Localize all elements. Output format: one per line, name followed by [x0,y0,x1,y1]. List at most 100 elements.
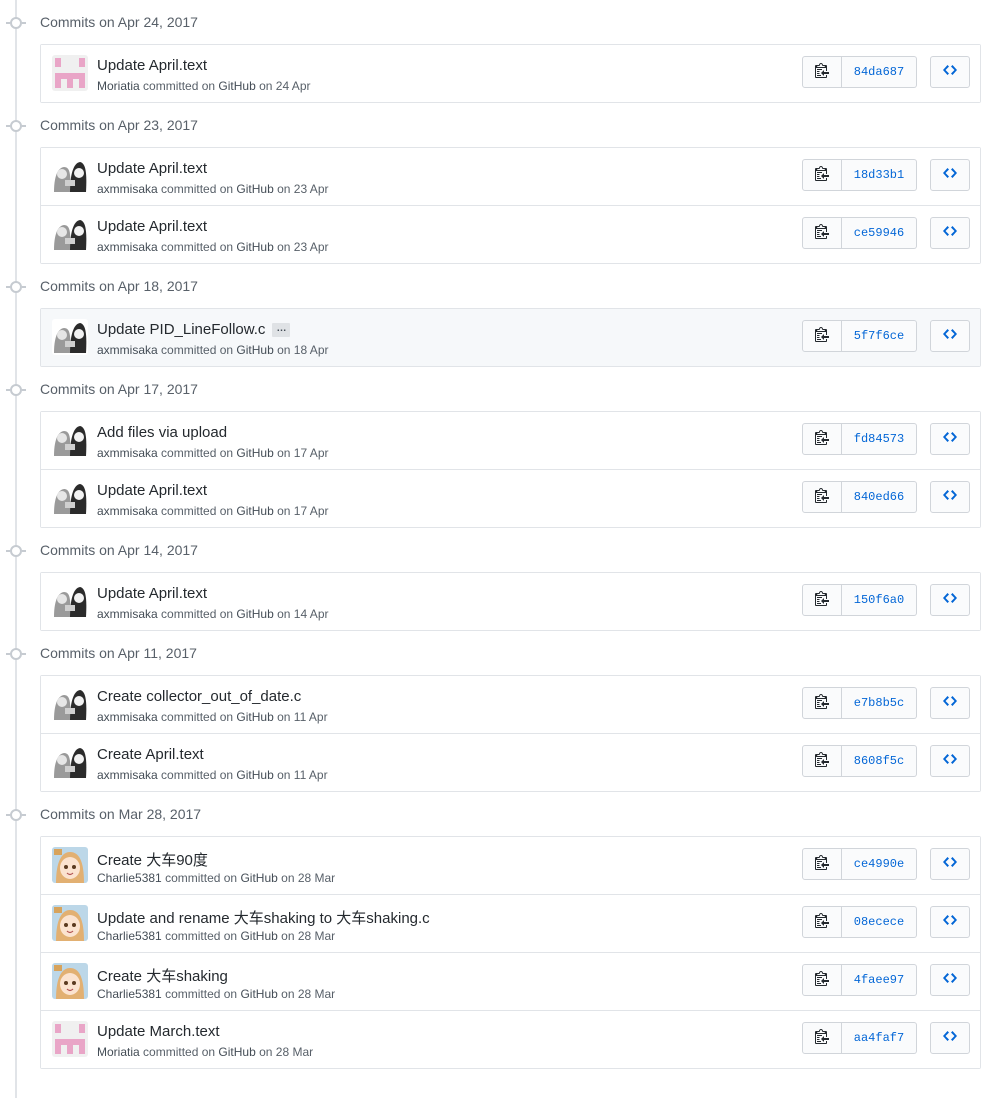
commit-message-link[interactable]: Update April.text [97,57,207,74]
commit-author-link[interactable]: axmmisaka [97,182,158,196]
commit-author-link[interactable]: Moriatia [97,79,140,93]
commit-group-date: Commits on Apr 24, 2017 [40,14,198,30]
commit-author-link[interactable]: axmmisaka [97,240,158,254]
clippy-icon [815,970,829,991]
avatar[interactable] [52,744,88,780]
commit-message-link[interactable]: Create 大车90度 [97,849,208,870]
copy-sha-button[interactable] [802,964,842,996]
commit-author-link[interactable]: axmmisaka [97,446,158,460]
commit-message-link[interactable]: Add files via upload [97,424,227,441]
avatar[interactable] [52,55,88,91]
commit-author-link[interactable]: axmmisaka [97,710,158,724]
committer-github: GitHub [236,343,274,357]
browse-files-button[interactable] [930,56,970,88]
commit-sha-link[interactable]: 8608f5c [842,745,917,777]
avatar[interactable] [52,1021,88,1057]
commit-row: Update April.text Moriatia committed on … [41,45,980,102]
browse-files-button[interactable] [930,423,970,455]
committer-github: GitHub [236,710,274,724]
browse-files-button[interactable] [930,217,970,249]
commit-meta: axmmisaka committed on GitHub on 23 Apr [97,182,328,196]
copy-sha-button[interactable] [802,423,842,455]
copy-sha-button[interactable] [802,848,842,880]
copy-sha-button[interactable] [802,687,842,719]
commit-sha-link[interactable]: 4faee97 [842,964,917,996]
clippy-icon [815,590,829,611]
copy-sha-button[interactable] [802,584,842,616]
commit-message-link[interactable]: Create collector_out_of_date.c [97,688,301,705]
code-icon [943,487,957,508]
commit-author-link[interactable]: axmmisaka [97,504,158,518]
commit-message-link[interactable]: Update April.text [97,218,207,235]
commit-sha-link[interactable]: 840ed66 [842,481,917,513]
browse-files-button[interactable] [930,159,970,191]
commit-title-line: Update April.text [97,585,207,602]
commit-meta: Charlie5381 committed on GitHub on 28 Ma… [97,871,335,885]
browse-files-button[interactable] [930,481,970,513]
commit-sha-link[interactable]: 150f6a0 [842,584,917,616]
expand-message-button[interactable]: … [272,322,291,337]
commit-sha-link[interactable]: fd84573 [842,423,917,455]
copy-sha-button[interactable] [802,56,842,88]
browse-files-button[interactable] [930,906,970,938]
browse-files-button[interactable] [930,687,970,719]
commit-sha-link[interactable]: 5f7f6ce [842,320,917,352]
commit-sha-link[interactable]: 18d33b1 [842,159,917,191]
copy-sha-button[interactable] [802,159,842,191]
code-icon [943,429,957,450]
commit-author-link[interactable]: axmmisaka [97,343,158,357]
commit-author-link[interactable]: Charlie5381 [97,871,162,885]
commit-sha-link[interactable]: aa4faf7 [842,1022,917,1054]
commit-author-link[interactable]: Charlie5381 [97,929,162,943]
commit-message-link[interactable]: Create April.text [97,746,204,763]
browse-files-button[interactable] [930,964,970,996]
commit-author-link[interactable]: axmmisaka [97,768,158,782]
browse-files-button[interactable] [930,584,970,616]
avatar[interactable] [52,583,88,619]
commit-message-link[interactable]: Update March.text [97,1023,220,1040]
avatar[interactable] [52,158,88,194]
commit-dot-icon [6,809,26,821]
avatar[interactable] [52,422,88,458]
commit-date: on 24 Apr [259,79,311,93]
avatar[interactable] [52,216,88,252]
commit-dot-icon [6,120,26,132]
copy-sha-button[interactable] [802,320,842,352]
commit-date: on 18 Apr [277,343,329,357]
commit-sha-link[interactable]: ce4990e [842,848,917,880]
browse-files-button[interactable] [930,848,970,880]
commit-message-link[interactable]: Update April.text [97,482,207,499]
browse-files-button[interactable] [930,320,970,352]
commit-message-link[interactable]: Update April.text [97,160,207,177]
avatar[interactable] [52,847,88,883]
avatar[interactable] [52,319,88,355]
copy-sha-button[interactable] [802,1022,842,1054]
commit-sha-link[interactable]: ce59946 [842,217,917,249]
commit-message-link[interactable]: Update and rename 大车shaking to 大车shaking… [97,907,430,928]
commit-message-link[interactable]: Create 大车shaking [97,965,228,986]
commit-meta: axmmisaka committed on GitHub on 18 Apr [97,343,328,357]
committer-github: GitHub [218,1045,256,1059]
commit-sha-link[interactable]: 08ecece [842,906,917,938]
avatar[interactable] [52,480,88,516]
commit-message-link[interactable]: Update April.text [97,585,207,602]
copy-sha-button[interactable] [802,745,842,777]
commit-author-link[interactable]: Charlie5381 [97,987,162,1001]
commit-date: on 17 Apr [277,446,329,460]
copy-sha-button[interactable] [802,217,842,249]
commit-list: Create 大车90度 Charlie5381 committed on Gi… [40,836,981,1069]
browse-files-button[interactable] [930,1022,970,1054]
commit-message-link[interactable]: Update PID_LineFollow.c [97,321,265,338]
commit-author-link[interactable]: axmmisaka [97,607,158,621]
avatar[interactable] [52,686,88,722]
commit-sha-link[interactable]: 84da687 [842,56,917,88]
copy-sha-button[interactable] [802,906,842,938]
browse-files-button[interactable] [930,745,970,777]
copy-sha-button[interactable] [802,481,842,513]
avatar[interactable] [52,905,88,941]
commit-sha-link[interactable]: e7b8b5c [842,687,917,719]
commit-author-link[interactable]: Moriatia [97,1045,140,1059]
avatar[interactable] [52,963,88,999]
commit-meta: axmmisaka committed on GitHub on 11 Apr [97,768,328,782]
committed-on-text: committed on [165,871,238,885]
